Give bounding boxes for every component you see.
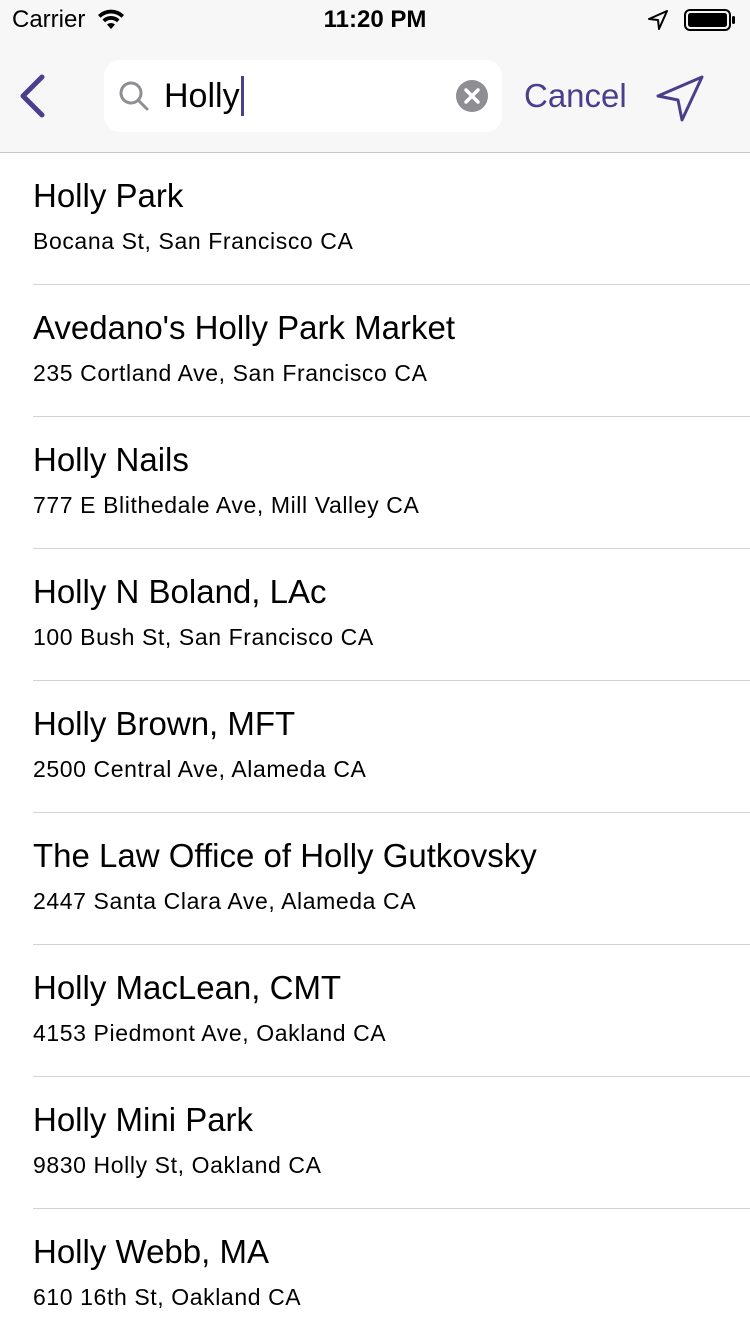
list-item[interactable]: Holly MacLean, CMT 4153 Piedmont Ave, Oa…: [33, 945, 750, 1077]
result-name: Holly Mini Park: [33, 1101, 254, 1138]
search-nav-bar: Holly Cancel: [0, 40, 750, 153]
back-button[interactable]: [10, 70, 54, 122]
search-icon: [119, 81, 149, 111]
result-address: 2447 Santa Clara Ave, Alameda CA: [33, 888, 417, 914]
result-name: Holly N Boland, LAc: [33, 573, 327, 610]
list-item[interactable]: Holly N Boland, LAc 100 Bush St, San Fra…: [33, 549, 750, 681]
location-arrow-icon: [648, 10, 668, 30]
result-address: 9830 Holly St, Oakland CA: [33, 1152, 322, 1178]
list-item[interactable]: Holly Webb, MA 610 16th St, Oakland CA: [33, 1209, 750, 1340]
result-name: Avedano's Holly Park Market: [33, 309, 456, 346]
result-address: 610 16th St, Oakland CA: [33, 1284, 302, 1310]
status-time: 11:20 PM: [323, 6, 427, 33]
result-address: Bocana St, San Francisco CA: [33, 228, 354, 254]
search-results-list: Holly Park Bocana St, San Francisco CA A…: [0, 153, 750, 1340]
chevron-left-icon: [20, 74, 45, 118]
list-item[interactable]: Holly Mini Park 9830 Holly St, Oakland C…: [33, 1077, 750, 1209]
result-name: Holly Nails: [33, 441, 189, 478]
result-name: Holly Park: [33, 177, 184, 214]
list-item[interactable]: The Law Office of Holly Gutkovsky 2447 S…: [33, 813, 750, 945]
result-address: 235 Cortland Ave, San Francisco CA: [33, 360, 428, 386]
search-input-value: Holly: [164, 77, 240, 115]
battery-icon: [684, 9, 735, 31]
list-item[interactable]: Holly Brown, MFT 2500 Central Ave, Alame…: [33, 681, 750, 813]
text-caret: [240, 76, 244, 116]
cancel-button[interactable]: Cancel: [524, 74, 627, 118]
result-address: 4153 Piedmont Ave, Oakland CA: [33, 1020, 387, 1046]
result-name: Holly MacLean, CMT: [33, 969, 342, 1006]
status-bar: Carrier 11:20 PM: [0, 0, 750, 40]
result-name: The Law Office of Holly Gutkovsky: [33, 837, 537, 874]
result-address: 777 E Blithedale Ave, Mill Valley CA: [33, 492, 420, 518]
search-field[interactable]: Holly: [104, 60, 502, 132]
result-address: 100 Bush St, San Francisco CA: [33, 624, 374, 650]
result-name: Holly Brown, MFT: [33, 705, 296, 742]
result-address: 2500 Central Ave, Alameda CA: [33, 756, 367, 782]
search-input[interactable]: Holly: [164, 74, 244, 118]
status-right: [648, 8, 736, 32]
list-item[interactable]: Holly Park Bocana St, San Francisco CA: [33, 153, 750, 285]
result-name: Holly Webb, MA: [33, 1233, 269, 1270]
send-location-icon[interactable]: [654, 74, 706, 124]
clear-icon[interactable]: [456, 80, 488, 112]
list-item[interactable]: Avedano's Holly Park Market 235 Cortland…: [33, 285, 750, 417]
list-item[interactable]: Holly Nails 777 E Blithedale Ave, Mill V…: [33, 417, 750, 549]
